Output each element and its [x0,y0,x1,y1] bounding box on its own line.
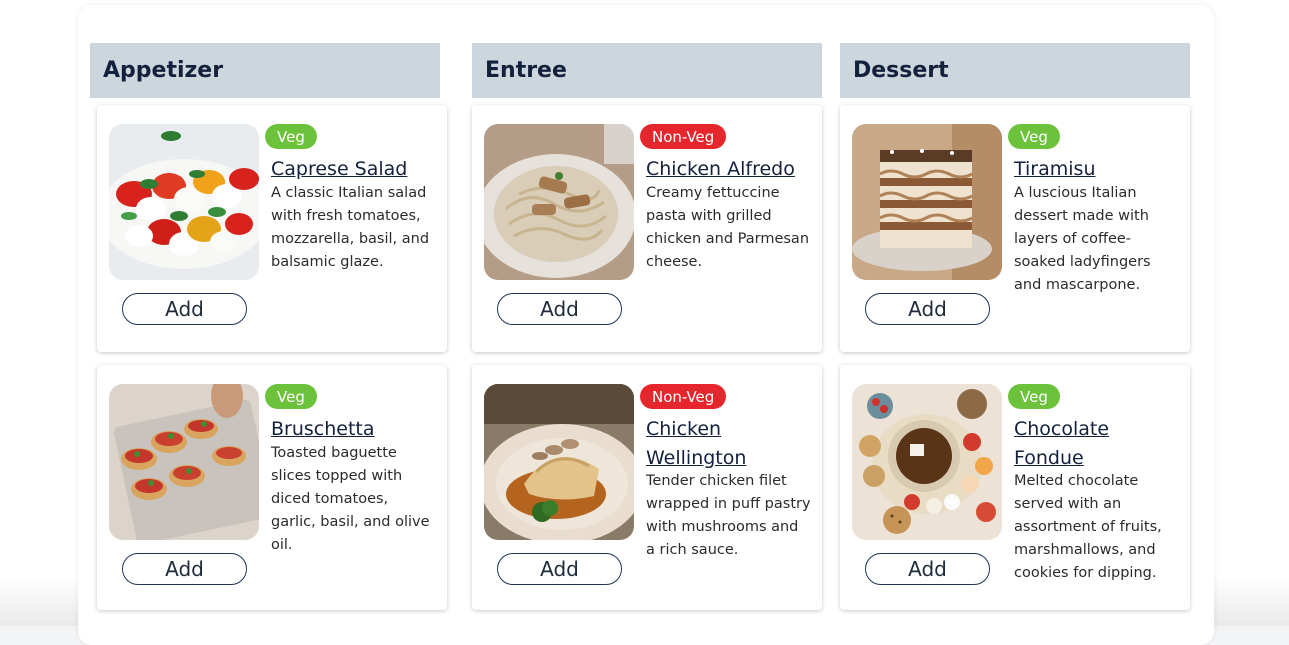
menu-card-tiramisu: Veg Tiramisu A luscious Italian dessert … [840,105,1190,352]
caprese-salad-photo [109,124,259,280]
menu-card-chicken-wellington: Non-Veg Chicken Wellington Tender chicke… [472,365,822,610]
column-title: Entree [472,43,822,98]
add-button[interactable]: Add [122,293,247,325]
column-dessert: Dessert Veg Tiramisu A luscious Italian … [840,43,1190,610]
chocolate-fondue-photo [852,384,1002,540]
non-veg-badge: Non-Veg [640,384,727,409]
dish-name-link[interactable]: Caprese Salad [271,155,441,184]
chicken-alfredo-photo [484,124,634,280]
non-veg-badge: Non-Veg [640,124,727,149]
dish-name-link[interactable]: Tiramisu [1014,155,1184,184]
dish-description: Tender chicken filet wrapped in puff pas… [646,473,811,558]
menu-card-chicken-alfredo: Non-Veg Chicken Alfredo Creamy fettuccin… [472,105,822,352]
dish-name-link[interactable]: Chicken Wellington [646,415,816,473]
veg-badge: Veg [265,384,317,409]
add-button[interactable]: Add [122,553,247,585]
add-button[interactable]: Add [497,293,622,325]
dish-description: A classic Italian salad with fresh tomat… [271,185,430,270]
dish-description: Creamy fettuccine pasta with grilled chi… [646,185,810,270]
menu-card-caprese-salad: Veg Caprese Salad A classic Italian sala… [97,105,447,352]
add-button[interactable]: Add [865,553,990,585]
veg-badge: Veg [1008,124,1060,149]
dish-name-link[interactable]: Bruschetta [271,415,441,444]
dish-name-link[interactable]: Chocolate Fondue [1014,415,1184,473]
add-button[interactable]: Add [865,293,990,325]
bruschetta-photo [109,384,259,540]
chicken-wellington-photo [484,384,634,540]
menu-card-chocolate-fondue: Veg Chocolate Fondue Melted chocolate se… [840,365,1190,610]
veg-badge: Veg [265,124,317,149]
dish-description: Melted chocolate served with an assortme… [1014,473,1162,581]
dish-description: A luscious Italian dessert made with lay… [1014,185,1151,293]
dish-name-link[interactable]: Chicken Alfredo [646,155,816,184]
column-title: Appetizer [90,43,440,98]
tiramisu-photo [852,124,1002,280]
menu-card-bruschetta: Veg Bruschetta Toasted baguette slices t… [97,365,447,610]
column-entree: Entree Non-Veg Chicken Alfredo Creamy fe… [472,43,822,610]
veg-badge: Veg [1008,384,1060,409]
add-button[interactable]: Add [497,553,622,585]
column-appetizer: Appetizer Veg Caprese Salad A classic It… [90,43,447,610]
column-title: Dessert [840,43,1190,98]
dish-description: Toasted baguette slices topped with dice… [271,445,430,553]
